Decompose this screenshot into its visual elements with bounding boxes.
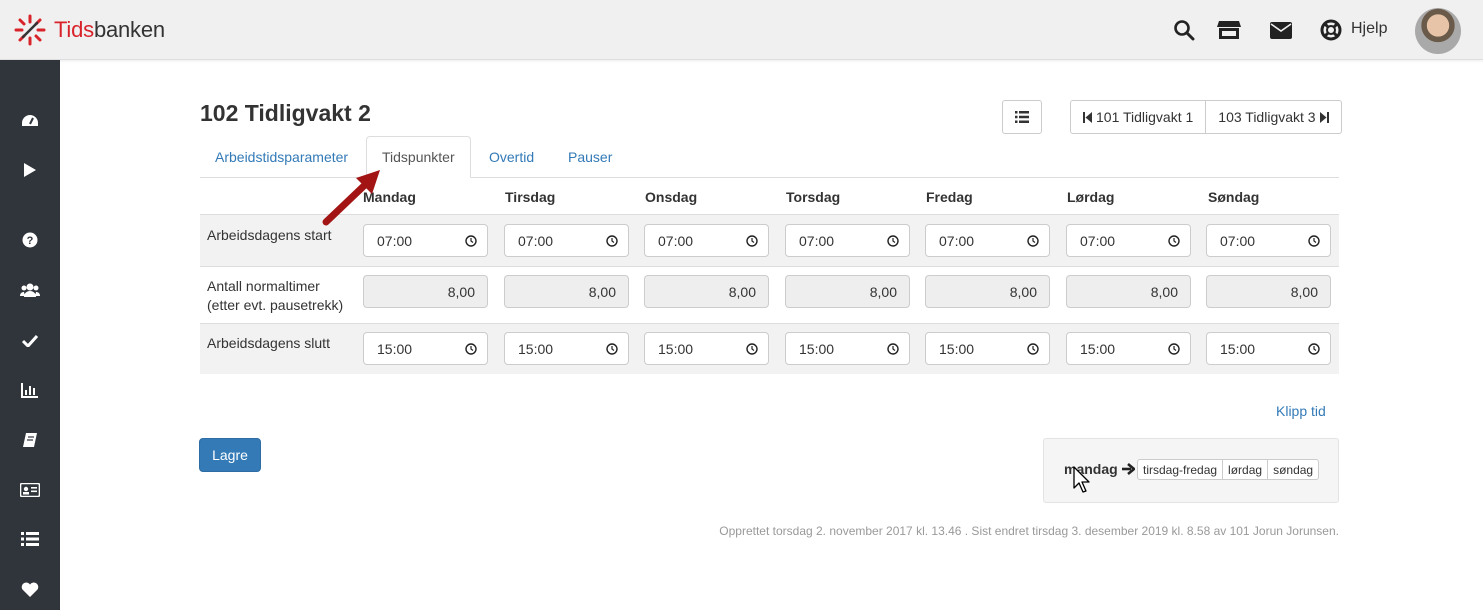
column-header-lordag: Lørdag <box>1067 189 1115 205</box>
previous-shift-label: 101 Tidligvakt 1 <box>1096 109 1194 125</box>
start-time-mandag[interactable]: 07:00 <box>363 224 488 257</box>
copy-source-day: mandag <box>1064 461 1135 477</box>
start-time-torsdag[interactable]: 07:00 <box>785 224 910 257</box>
clock-icon <box>1168 234 1180 247</box>
list-icon <box>1015 111 1029 123</box>
clock-icon <box>887 342 899 355</box>
start-time-onsdag[interactable]: 07:00 <box>644 224 769 257</box>
normal-hours-fredag: 8,00 <box>925 275 1050 308</box>
shift-navigation: 101 Tidligvakt 1 103 Tidligvakt 3 <box>1070 100 1342 134</box>
next-shift-label: 103 Tidligvakt 3 <box>1218 109 1316 125</box>
normal-hours-torsdag: 8,00 <box>785 275 910 308</box>
help-link[interactable]: Hjelp <box>1351 20 1387 38</box>
end-time-tirsdag[interactable]: 15:00 <box>504 332 629 365</box>
column-header-torsdag: Torsdag <box>786 189 841 205</box>
start-time-tirsdag[interactable]: 07:00 <box>504 224 629 257</box>
brand-name: Tidsbanken <box>54 17 165 42</box>
clock-icon <box>606 342 618 355</box>
start-time-lordag[interactable]: 07:00 <box>1066 224 1191 257</box>
page-title: 102 Tidligvakt 2 <box>200 100 371 126</box>
clock-icon <box>1308 342 1320 355</box>
clock-icon <box>887 234 899 247</box>
row-label-start: Arbeidsdagens start <box>207 227 332 243</box>
clock-icon <box>465 342 477 355</box>
column-header-tirsdag: Tirsdag <box>505 189 556 205</box>
copy-target-group: tirsdag-fredag lørdag søndag <box>1137 459 1320 480</box>
svg-text:?: ? <box>27 235 34 247</box>
arrow-right-icon <box>1121 463 1135 475</box>
logo-mark-icon <box>14 14 46 46</box>
start-time-fredag[interactable]: 07:00 <box>925 224 1050 257</box>
question-icon[interactable]: ? <box>0 220 60 260</box>
copy-to-lordag-button[interactable]: lørdag <box>1223 459 1269 480</box>
end-time-lordag[interactable]: 15:00 <box>1066 332 1191 365</box>
column-header-mandag: Mandag <box>363 189 416 205</box>
end-time-torsdag[interactable]: 15:00 <box>785 332 910 365</box>
previous-shift-button[interactable]: 101 Tidligvakt 1 <box>1070 100 1207 134</box>
row-label-hours-line2: (etter evt. pausetrekk) <box>207 297 344 313</box>
clock-icon <box>1308 234 1320 247</box>
row-label-end: Arbeidsdagens slutt <box>207 335 330 351</box>
help-lifebuoy-icon[interactable] <box>1319 18 1343 42</box>
tidsbanken-logo[interactable]: Tidsbanken <box>14 14 165 46</box>
save-button[interactable]: Lagre <box>199 438 261 472</box>
normal-hours-mandag: 8,00 <box>363 275 488 308</box>
heart-icon[interactable] <box>0 570 60 610</box>
normal-hours-lordag: 8,00 <box>1066 275 1191 308</box>
step-backward-icon <box>1083 111 1092 123</box>
clock-icon <box>606 234 618 247</box>
tab-arbeidstidsparameter[interactable]: Arbeidstidsparameter <box>200 136 363 178</box>
normal-hours-tirsdag: 8,00 <box>504 275 629 308</box>
audit-footer-note: Opprettet torsdag 2. november 2017 kl. 1… <box>719 524 1339 538</box>
list-icon[interactable] <box>0 519 60 559</box>
clock-icon <box>1027 234 1039 247</box>
step-forward-icon <box>1319 111 1329 123</box>
end-time-mandag[interactable]: 15:00 <box>363 332 488 365</box>
bar-chart-icon[interactable] <box>0 370 60 410</box>
tab-bar: Arbeidstidsparameter Tidspunkter Overtid… <box>200 136 1339 178</box>
tab-overtid[interactable]: Overtid <box>474 136 549 178</box>
tab-pauser[interactable]: Pauser <box>553 136 627 178</box>
normal-hours-onsdag: 8,00 <box>644 275 769 308</box>
normal-hours-sondag: 8,00 <box>1206 275 1331 308</box>
copy-source-label: mandag <box>1064 461 1118 477</box>
user-avatar[interactable] <box>1415 8 1461 54</box>
start-time-sondag[interactable]: 07:00 <box>1206 224 1331 257</box>
sidebar: ? <box>0 60 60 610</box>
end-time-sondag[interactable]: 15:00 <box>1206 332 1331 365</box>
copy-to-sondag-button[interactable]: søndag <box>1268 459 1320 480</box>
clock-icon <box>1027 342 1039 355</box>
users-icon[interactable] <box>0 270 60 310</box>
clock-icon <box>746 342 758 355</box>
list-view-button[interactable] <box>1002 100 1042 134</box>
search-icon[interactable] <box>1172 18 1196 42</box>
copy-day-panel: mandag tirsdag-fredag lørdag søndag <box>1043 438 1339 503</box>
book-icon[interactable] <box>0 420 60 460</box>
column-header-fredag: Fredag <box>926 189 973 205</box>
end-time-onsdag[interactable]: 15:00 <box>644 332 769 365</box>
clock-icon <box>465 234 477 247</box>
column-header-onsdag: Onsdag <box>645 189 698 205</box>
store-icon[interactable] <box>1217 18 1241 42</box>
play-icon[interactable] <box>0 150 60 190</box>
top-bar: Tidsbanken Hjelp <box>0 0 1483 60</box>
column-header-sondag: Søndag <box>1208 189 1260 205</box>
clock-icon <box>1168 342 1180 355</box>
clock-icon <box>746 234 758 247</box>
id-card-icon[interactable] <box>0 470 60 510</box>
envelope-icon[interactable] <box>1269 18 1293 42</box>
dashboard-icon[interactable] <box>0 101 60 141</box>
row-label-hours-line1: Antall normaltimer <box>207 278 320 294</box>
end-time-fredag[interactable]: 15:00 <box>925 332 1050 365</box>
next-shift-button[interactable]: 103 Tidligvakt 3 <box>1206 100 1342 134</box>
checkmark-icon[interactable] <box>0 320 60 360</box>
tab-tidspunkter[interactable]: Tidspunkter <box>366 136 471 178</box>
clip-time-link[interactable]: Klipp tid <box>1276 403 1326 419</box>
copy-to-tirsdag-fredag-button[interactable]: tirsdag-fredag <box>1137 459 1224 480</box>
